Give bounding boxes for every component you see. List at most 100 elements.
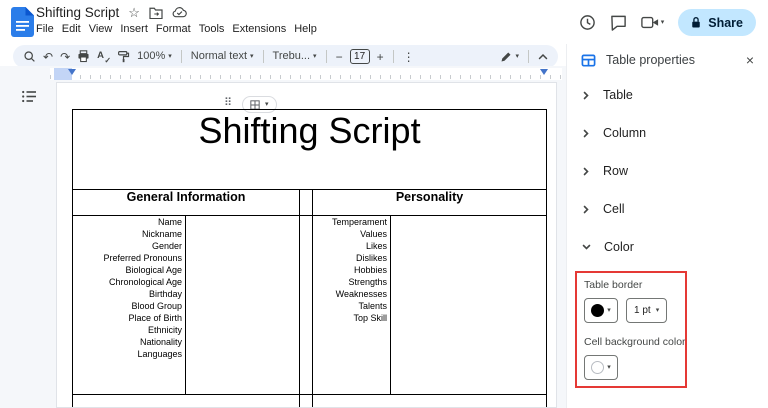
cloud-saved-icon[interactable]	[172, 7, 187, 18]
table-border-color-button[interactable]: ▾	[584, 298, 618, 323]
chevron-up-icon	[538, 53, 548, 59]
field-label: Values	[360, 229, 387, 239]
undo-button[interactable]: ↶	[43, 51, 53, 63]
chevron-down-icon	[582, 243, 591, 251]
section-label: Color	[604, 240, 634, 254]
cell-background-color-button[interactable]: ▾	[584, 355, 618, 380]
personality-fields-list: Temperament Values Likes Dislikes Hobbies Str…	[313, 216, 390, 324]
spacer-cell[interactable]	[299, 394, 313, 407]
spellcheck-button[interactable]: A ✓	[97, 49, 112, 65]
menu-item[interactable]: Format	[152, 22, 195, 36]
menu-item[interactable]: Insert	[116, 22, 152, 36]
table-border-label: Table border	[584, 279, 643, 291]
toolbar: ↶ ↷ A ✓ 100% ▾ Normal text ▾ Trebu... ▾ −…	[13, 45, 558, 68]
general-values-cell[interactable]	[185, 215, 300, 395]
font-size-input[interactable]	[349, 49, 370, 64]
document-page[interactable]: ⠿ ▾ Shifting Script General Information …	[56, 82, 557, 408]
paint-format-button[interactable]	[117, 50, 130, 63]
field-label: Top Skill	[353, 313, 387, 323]
chevron-down-icon: ▾	[660, 19, 665, 26]
personality-values-cell[interactable]	[389, 215, 548, 395]
chevron-right-icon	[582, 205, 590, 214]
pen-icon	[501, 52, 511, 61]
field-label: Ethnicity	[147, 325, 182, 335]
toolbar-divider	[392, 50, 394, 63]
ruler[interactable]	[50, 68, 562, 80]
style-value: Normal text	[190, 50, 248, 62]
chevron-down-icon: ▾	[168, 53, 172, 60]
personality-fields-cell[interactable]: Temperament Values Likes Dislikes Hobbies Str…	[312, 215, 391, 395]
more-toolbar-button[interactable]: ⋮	[403, 51, 415, 63]
print-button[interactable]	[77, 50, 90, 63]
editing-mode-select[interactable]: ▾	[500, 51, 519, 63]
font-value: Trebu...	[272, 50, 311, 62]
close-icon[interactable]: ×	[746, 53, 754, 67]
table-row[interactable]	[72, 394, 300, 407]
menu-item[interactable]: Edit	[58, 22, 85, 36]
menu-item[interactable]: Extensions	[228, 22, 290, 36]
personality-header-cell[interactable]: Personality	[311, 189, 548, 216]
menu-item[interactable]: View	[85, 22, 117, 36]
field-label: Place of Birth	[128, 313, 182, 323]
collapse-menus-button[interactable]	[538, 53, 548, 61]
meet-button[interactable]: ▾	[640, 16, 665, 29]
field-label: Temperament	[331, 217, 387, 227]
printer-icon	[78, 50, 89, 63]
toolbar-divider	[262, 50, 264, 63]
right-indent-marker[interactable]	[540, 69, 548, 75]
cell-background-swatch	[591, 361, 605, 374]
move-folder-icon[interactable]	[149, 7, 163, 19]
app-header: Shifting Script ☆ File Edit View Insert Form…	[0, 0, 768, 44]
section-label: Table	[603, 88, 633, 102]
field-label: Preferred Pronouns	[103, 253, 182, 263]
version-history-icon[interactable]	[579, 14, 596, 31]
section-label: Cell	[603, 202, 625, 216]
chevron-down-icon: ▾	[607, 307, 611, 314]
panel-section-cell[interactable]: Cell	[567, 190, 768, 228]
share-button[interactable]: Share	[678, 9, 756, 36]
table-title-cell[interactable]: Shifting Script	[71, 109, 548, 190]
chevron-right-icon	[582, 129, 590, 138]
panel-section-color[interactable]: Color	[567, 228, 768, 266]
panel-section-column[interactable]: Column	[567, 114, 768, 152]
redo-button[interactable]: ↷	[60, 51, 70, 63]
spacer-cell[interactable]	[299, 215, 313, 395]
comments-icon[interactable]	[610, 14, 627, 31]
decrease-font-size-button[interactable]: −	[336, 51, 343, 63]
border-width-select[interactable]: 1 pt ▾	[626, 298, 668, 323]
search-menus-button[interactable]	[23, 50, 36, 63]
table-row[interactable]	[311, 394, 548, 407]
chevron-down-icon: ▾	[265, 101, 269, 108]
field-label: Blood Group	[131, 301, 182, 311]
chevron-right-icon	[582, 91, 590, 100]
chevron-right-icon	[582, 167, 590, 176]
menu-item[interactable]: File	[32, 22, 58, 36]
paragraph-style-select[interactable]: Normal text ▾	[191, 51, 254, 62]
menu-item[interactable]: Tools	[195, 22, 229, 36]
google-docs-app: Shifting Script ☆ File Edit View Insert Form…	[0, 0, 768, 408]
field-label: Nickname	[141, 229, 182, 239]
spellcheck-icon: A ✓	[97, 49, 112, 65]
document-title[interactable]: Shifting Script	[36, 5, 119, 20]
increase-font-size-button[interactable]: +	[377, 51, 384, 63]
search-icon	[24, 51, 35, 62]
spacer-cell[interactable]	[299, 189, 313, 216]
field-label: Strengths	[348, 277, 387, 287]
cell-background-label: Cell background color	[584, 336, 686, 348]
star-icon[interactable]: ☆	[128, 6, 140, 19]
general-information-header-cell[interactable]: General Information	[72, 189, 300, 216]
document-table[interactable]: Shifting Script General Information Pers…	[71, 109, 548, 407]
docs-logo-icon[interactable]	[11, 7, 34, 37]
menu-item[interactable]: Help	[290, 22, 321, 36]
document-heading: Shifting Script	[198, 110, 421, 151]
document-outline-button[interactable]	[21, 89, 37, 104]
panel-section-row[interactable]: Row	[567, 152, 768, 190]
zoom-select[interactable]: 100% ▾	[137, 51, 172, 62]
table-drag-handle-icon[interactable]: ⠿	[224, 98, 232, 109]
left-indent-marker[interactable]	[68, 69, 76, 75]
general-fields-cell[interactable]: Name Nickname Gender Preferred Pronouns Biol…	[72, 215, 186, 395]
table-properties-icon	[581, 54, 596, 66]
font-select[interactable]: Trebu... ▾	[273, 51, 317, 62]
chevron-down-icon: ▾	[655, 307, 660, 314]
panel-section-table[interactable]: Table	[567, 76, 768, 114]
